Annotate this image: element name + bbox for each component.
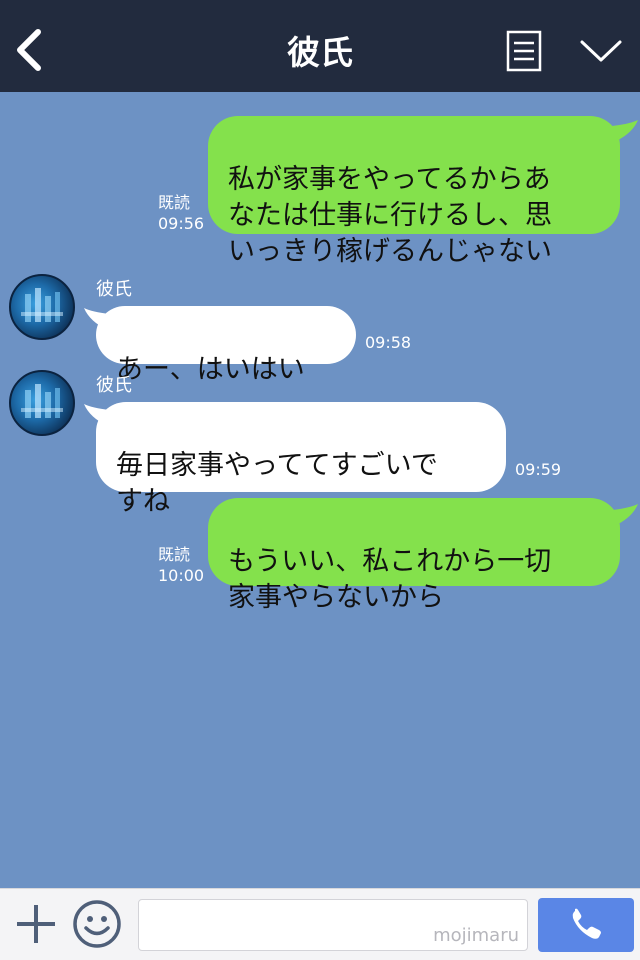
sender-name: 彼氏 bbox=[96, 279, 132, 300]
plus-icon bbox=[17, 905, 55, 943]
sent-message-bubble[interactable]: もういい、私これから一切 家事やらないから bbox=[208, 498, 620, 613]
message-time: 10:00 bbox=[158, 566, 205, 585]
bubble-tail bbox=[612, 504, 638, 526]
attach-button[interactable] bbox=[14, 902, 58, 946]
message-meta: 既読 09:56 bbox=[158, 192, 204, 234]
avatar-image bbox=[21, 288, 63, 322]
chat-header: 彼氏 bbox=[0, 0, 640, 92]
sender-name: 彼氏 bbox=[96, 375, 132, 396]
message-time: 09:56 bbox=[158, 214, 205, 233]
smiley-icon bbox=[73, 900, 121, 948]
phone-icon bbox=[572, 908, 601, 939]
message-meta: 既読 10:00 bbox=[158, 544, 204, 586]
chevron-down-icon bbox=[580, 40, 622, 62]
watermark: mojimaru bbox=[433, 925, 519, 946]
received-message-bubble[interactable]: 毎日家事やっててすごいで すね bbox=[96, 402, 506, 517]
message-time: 09:59 bbox=[515, 460, 562, 479]
read-receipt: 既読 bbox=[158, 193, 191, 212]
message-text: もういい、私これから一切 家事やらないから bbox=[228, 546, 552, 613]
avatar-image bbox=[21, 384, 63, 418]
message-composer: mojimaru bbox=[0, 888, 640, 960]
message-text: あー、はいはい bbox=[116, 354, 305, 385]
read-receipt: 既読 bbox=[158, 545, 191, 564]
collapse-button[interactable] bbox=[574, 30, 628, 74]
back-button[interactable] bbox=[8, 24, 52, 76]
message-input[interactable]: mojimaru bbox=[138, 899, 528, 951]
sent-message-bubble[interactable]: 私が家事をやってるからあ なたは仕事に行けるし、思 いっきり稼げるんじゃない bbox=[208, 116, 620, 267]
chevron-left-icon bbox=[17, 29, 41, 71]
message-time: 09:58 bbox=[365, 333, 412, 352]
notes-icon bbox=[506, 30, 542, 72]
avatar[interactable] bbox=[9, 274, 75, 340]
chat-area[interactable]: 既読 09:56 私が家事をやってるからあ なたは仕事に行けるし、思 いっきり稼… bbox=[0, 92, 640, 888]
emoji-button[interactable] bbox=[72, 899, 122, 949]
received-message-bubble[interactable]: あー、はいはい bbox=[96, 306, 356, 385]
bubble-tail bbox=[612, 120, 638, 142]
avatar[interactable] bbox=[9, 370, 75, 436]
call-button[interactable] bbox=[538, 898, 634, 952]
message-text: 私が家事をやってるからあ なたは仕事に行けるし、思 いっきり稼げるんじゃない bbox=[228, 164, 552, 267]
notes-button[interactable] bbox=[500, 28, 548, 76]
